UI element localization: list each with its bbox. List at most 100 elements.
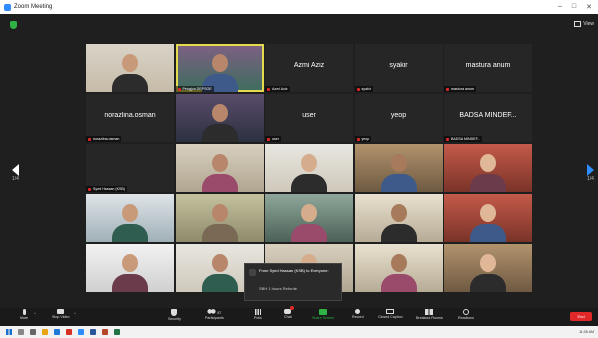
maximize-icon[interactable]: □: [572, 3, 576, 11]
participant-tile[interactable]: user user: [265, 94, 353, 142]
participant-video: [112, 74, 148, 92]
task-view-icon[interactable]: [30, 329, 36, 335]
participant-name-label: Syed Hassan (KSB): [86, 186, 127, 192]
share-screen-icon: [318, 309, 327, 315]
file-explorer-icon[interactable]: [42, 329, 48, 335]
search-icon[interactable]: [18, 329, 24, 335]
participant-tile[interactable]: norazlina.osman norazlina.osman: [86, 94, 174, 142]
participant-face: [390, 204, 407, 222]
participant-face: [211, 154, 228, 172]
participant-display-name: user: [302, 112, 316, 119]
video-camera-icon: [57, 309, 65, 314]
participant-face: [301, 204, 317, 222]
participant-face: [390, 154, 407, 172]
chrome-browser-icon[interactable]: [66, 329, 72, 335]
participant-tile[interactable]: Pengjun DEPSOE: [175, 44, 264, 92]
powerpoint-icon[interactable]: [102, 329, 108, 335]
system-clock[interactable]: 11:05 AM: [579, 330, 594, 334]
security-button[interactable]: Security: [168, 309, 181, 321]
breakout-rooms-button[interactable]: Breakout Rooms: [416, 309, 443, 320]
participant-video: [201, 274, 238, 292]
participant-display-name: Azmi Aziz: [293, 62, 325, 69]
participant-tile[interactable]: [444, 194, 532, 242]
windows-start-icon[interactable]: [6, 329, 12, 335]
close-icon[interactable]: ✕: [586, 3, 592, 11]
participant-video: [201, 224, 238, 242]
participant-name-label: Azmi Aziz: [265, 86, 290, 92]
participant-tile[interactable]: [86, 244, 174, 292]
edge-browser-icon[interactable]: [54, 329, 60, 335]
participant-tile[interactable]: yeop yeop: [354, 94, 443, 142]
participant-display-name: syakir: [389, 62, 408, 69]
participant-tile[interactable]: [354, 244, 443, 292]
participant-video: [112, 274, 148, 292]
view-label: View: [583, 21, 594, 27]
participant-face: [211, 204, 228, 222]
participant-face: [480, 204, 496, 222]
participant-tile[interactable]: [444, 144, 532, 192]
participant-name: syakir: [361, 87, 371, 91]
stop-video-label: Stop Video: [52, 315, 70, 319]
participant-tile[interactable]: Azmi Aziz Azmi Aziz: [265, 44, 353, 92]
participant-name-label: syakir: [354, 86, 373, 92]
share-screen-button[interactable]: Share Screen: [312, 309, 334, 320]
participant-tile[interactable]: [354, 194, 443, 242]
record-button[interactable]: Record: [352, 309, 364, 319]
word-icon[interactable]: [90, 329, 96, 335]
participant-face: [122, 54, 138, 72]
chat-unread-badge: [290, 306, 295, 310]
chat-button[interactable]: Chat: [284, 306, 295, 319]
participant-name: norazlina.osman: [93, 137, 120, 141]
participant-name: Pengjun DEPSOE: [182, 87, 212, 91]
muted-mic-icon: [267, 137, 270, 141]
participant-name: Azmi Aziz: [272, 87, 288, 91]
stop-video-button[interactable]: Stop Video: [52, 309, 70, 319]
participant-tile[interactable]: Syed Hassan (KSB): [86, 144, 174, 192]
closed-caption-button[interactable]: Closed Caption: [378, 309, 403, 319]
participant-video: [201, 174, 238, 192]
muted-mic-icon: [446, 87, 449, 91]
participant-name: Syed Hassan (KSB): [93, 187, 125, 191]
audio-options-caret[interactable]: ^: [34, 311, 36, 316]
reactions-button[interactable]: Reactions: [458, 309, 474, 320]
shield-icon: [171, 309, 178, 316]
excel-icon[interactable]: [114, 329, 120, 335]
participant-tile[interactable]: [265, 144, 353, 192]
participant-tile[interactable]: [265, 194, 353, 242]
minimize-icon[interactable]: –: [558, 3, 562, 11]
participant-display-name: mastura anum: [465, 62, 511, 69]
zoom-taskbar-icon[interactable]: [78, 329, 84, 335]
participants-label: Participants: [205, 316, 224, 320]
chat-notification[interactable]: From Syed Hassan (KSB) to Everyone: SBH …: [244, 263, 342, 301]
mute-button[interactable]: Mute: [20, 309, 28, 320]
chevron-left-icon: [12, 164, 19, 176]
participant-display-name: BADSA MINDEF...: [459, 112, 517, 119]
participant-tile[interactable]: [175, 144, 264, 192]
polls-button[interactable]: Polls: [254, 309, 262, 320]
participant-video: [470, 274, 506, 292]
participant-tile[interactable]: [354, 144, 443, 192]
participant-tile[interactable]: [175, 94, 264, 142]
view-button[interactable]: View: [574, 21, 594, 27]
end-meeting-button[interactable]: End: [570, 312, 592, 321]
participant-name: mastura anum: [451, 87, 474, 91]
participant-name-label: yeop: [354, 136, 372, 142]
participant-tile[interactable]: [444, 244, 532, 292]
grid-view-icon: [574, 21, 582, 27]
participant-display-name: norazlina.osman: [104, 112, 156, 119]
participant-face: [122, 254, 138, 272]
participants-button[interactable]: 87 Participants: [205, 309, 224, 320]
participant-tile[interactable]: BADSA MINDEF... BADSA MINDEF...: [444, 94, 532, 142]
participant-tile[interactable]: syakir syakir: [354, 44, 443, 92]
participant-tile[interactable]: [175, 194, 264, 242]
next-page-button[interactable]: 1/4: [587, 164, 594, 182]
participant-tile[interactable]: [86, 44, 174, 92]
encryption-shield-icon[interactable]: [10, 21, 17, 29]
participant-tile[interactable]: [86, 194, 174, 242]
chat-notification-title: From Syed Hassan (KSB) to Everyone:: [259, 268, 329, 273]
participant-name-label: Pengjun DEPSOE: [175, 86, 214, 92]
previous-page-button[interactable]: 1/4: [12, 164, 19, 182]
participant-tile[interactable]: mastura anum mastura anum: [444, 44, 532, 92]
closed-caption-label: Closed Caption: [378, 315, 403, 319]
video-options-caret[interactable]: ^: [74, 311, 76, 316]
